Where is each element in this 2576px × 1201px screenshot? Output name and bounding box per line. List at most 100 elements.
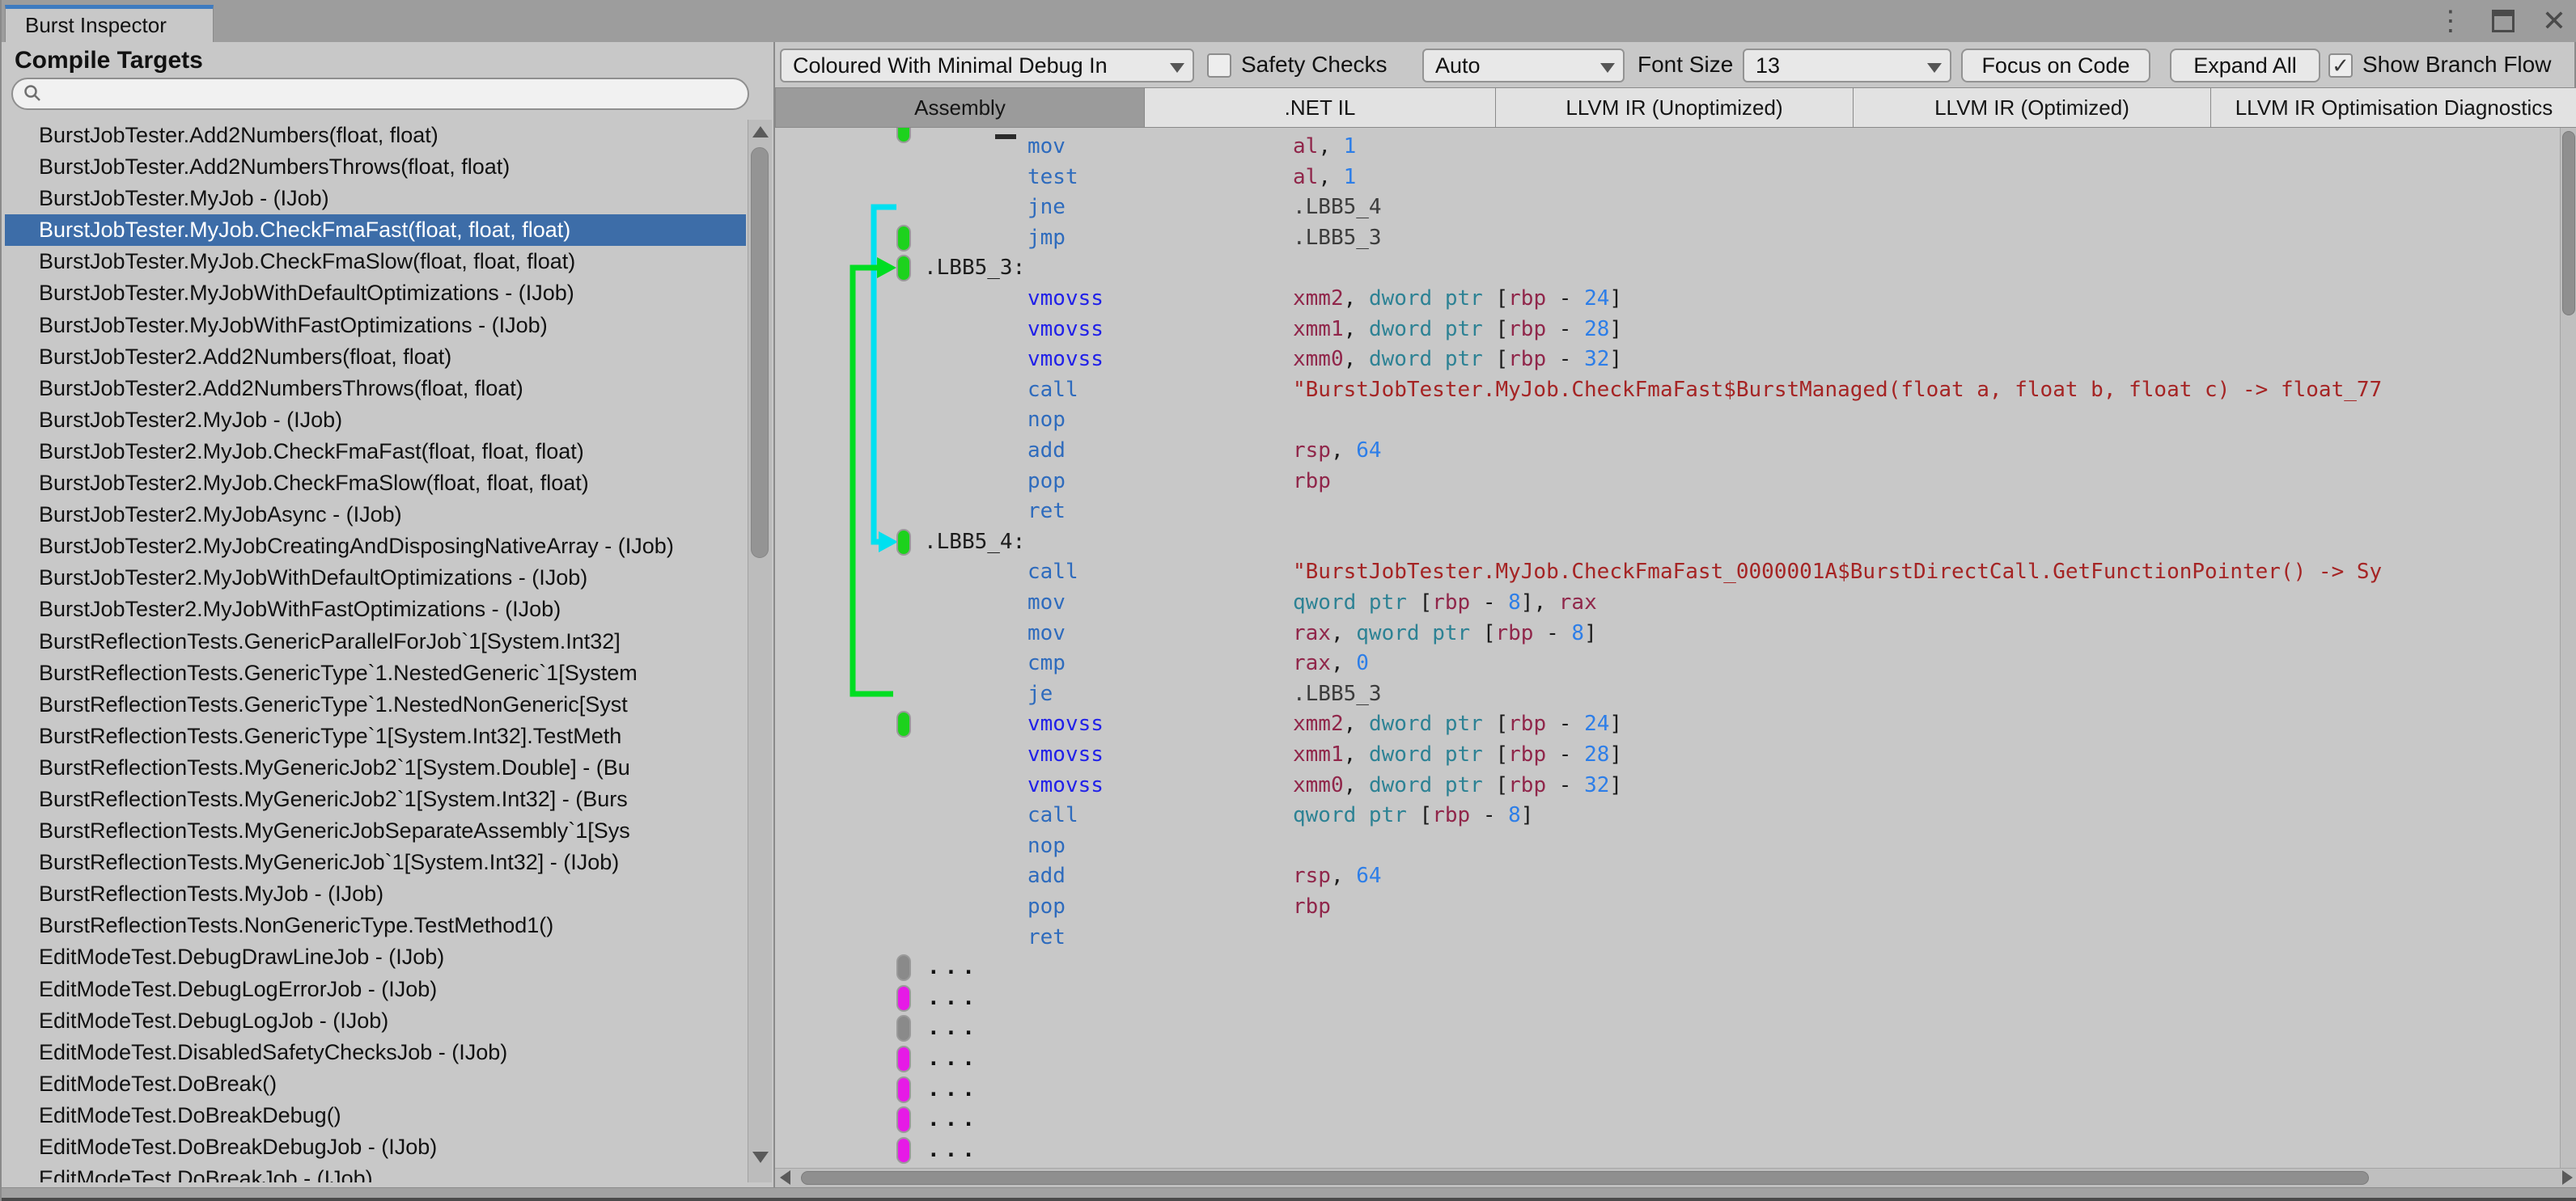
list-item[interactable]: EditModeTest.DoBreakDebug() [5,1100,746,1131]
collapsed-block-ellipsis[interactable]: ... [927,1104,980,1135]
basic-block-marker [896,1046,911,1072]
mnemonic: vmovss [1027,742,1104,767]
search-input[interactable] [44,82,723,105]
operands: rbp [1293,894,1331,919]
list-item[interactable]: BurstJobTester2.Add2NumbersThrows(float,… [5,373,746,404]
chevron-down-icon [1927,63,1942,73]
tab--net-il[interactable]: .NET IL [1144,87,1495,128]
scroll-up-arrow-icon[interactable] [752,126,769,137]
font-size-dropdown[interactable]: 13 [1743,49,1951,82]
list-item[interactable]: BurstJobTester2.MyJob.CheckFmaSlow(float… [5,467,746,499]
expand-all-button[interactable]: Expand All [2170,49,2320,82]
scroll-down-arrow-icon[interactable] [752,1152,769,1163]
list-item[interactable]: BurstJobTester.MyJob.CheckFmaFast(float,… [5,214,746,247]
basic-block-marker [896,528,911,556]
list-item[interactable]: EditModeTest.DoBreakJob - (IJob) [5,1163,746,1182]
code-instruction-row: vmovss xmm2, dword ptr [rbp - 24] [775,708,2560,739]
list-item[interactable]: BurstReflectionTests.MyGenericJob`1[Syst… [5,847,746,878]
collapsed-block-row: ... [775,952,2560,983]
basic-block-marker [896,1106,911,1134]
operands: xmm1, dword ptr [rbp - 28] [1293,742,1623,767]
tab-llvm-ir-unoptimized-[interactable]: LLVM IR (Unoptimized) [1495,87,1853,128]
block-label: .LBB5_3: [924,256,1026,281]
mnemonic: vmovss [1027,347,1104,372]
focus-on-code-button[interactable]: Focus on Code [1961,49,2150,82]
list-item[interactable]: EditModeTest.DebugDrawLineJob - (IJob) [5,941,746,973]
code-instruction-row: mov al, 1 [775,131,2560,162]
collapsed-block-row: ... [775,1074,2560,1105]
list-item[interactable]: BurstJobTester.MyJobWithFastOptimization… [5,310,746,341]
compile-targets-header: Compile Targets [15,47,203,74]
list-item[interactable]: BurstJobTester2.MyJobAsync - (IJob) [5,499,746,531]
show-branch-flow-checkbox[interactable]: ✓ [2328,53,2353,78]
display-mode-dropdown[interactable]: Coloured With Minimal Debug In [780,49,1194,82]
list-item[interactable]: BurstJobTester2.MyJob - (IJob) [5,404,746,436]
window-controls: ⋮ ✕ [2437,0,2566,42]
target-dropdown[interactable]: Auto [1422,49,1625,82]
tab-llvm-ir-optimized-[interactable]: LLVM IR (Optimized) [1853,87,2210,128]
collapsed-block-ellipsis[interactable]: ... [927,1013,980,1043]
code-vscrollbar-thumb[interactable] [2562,131,2575,315]
list-item[interactable]: BurstJobTester.MyJob - (IJob) [5,183,746,214]
code-hscrollbar-thumb[interactable] [801,1171,2369,1185]
scroll-right-arrow-icon[interactable] [2562,1170,2573,1185]
list-item[interactable]: BurstJobTester2.MyJobWithFastOptimizatio… [5,594,746,625]
list-item[interactable]: BurstReflectionTests.MyJob - (IJob) [5,878,746,910]
list-item[interactable]: BurstReflectionTests.GenericType`1.Neste… [5,658,746,689]
operands: qword ptr [rbp - 8] [1293,803,1534,828]
list-item[interactable]: BurstJobTester.MyJobWithDefaultOptimizat… [5,277,746,309]
list-item[interactable]: EditModeTest.DisabledSafetyChecksJob - (… [5,1037,746,1068]
list-item[interactable]: EditModeTest.DebugLogErrorJob - (IJob) [5,974,746,1005]
list-item[interactable]: BurstJobTester.Add2Numbers(float, float) [5,120,746,151]
list-item[interactable]: BurstReflectionTests.NonGenericType.Test… [5,910,746,941]
code-instruction-row: jne .LBB5_4 [775,192,2560,222]
mnemonic: pop [1027,894,1066,919]
operands: al, 1 [1293,134,1357,159]
list-item[interactable]: BurstReflectionTests.GenericType`1[Syste… [5,721,746,752]
safety-checks-checkbox[interactable] [1207,53,1231,78]
code-instruction-row: add rsp, 64 [775,435,2560,466]
list-item[interactable]: BurstJobTester.MyJob.CheckFmaSlow(float,… [5,246,746,277]
mnemonic: vmovss [1027,772,1104,797]
list-item[interactable]: BurstReflectionTests.GenericType`1.Neste… [5,689,746,721]
list-item[interactable]: BurstReflectionTests.MyGenericJobSeparat… [5,815,746,847]
mnemonic: vmovss [1027,316,1104,341]
basic-block-marker [896,711,911,738]
collapsed-block-ellipsis[interactable]: ... [927,1074,980,1105]
mnemonic: add [1027,438,1066,463]
maximize-icon[interactable] [2491,10,2515,32]
tab-llvm-ir-optimisation-diagnostics[interactable]: LLVM IR Optimisation Diagnostics [2210,87,2576,128]
list-item[interactable]: EditModeTest.DoBreak() [5,1068,746,1100]
list-scrollbar-thumb[interactable] [751,147,769,558]
list-item[interactable]: BurstJobTester2.MyJobWithDefaultOptimiza… [5,562,746,594]
list-item[interactable]: BurstJobTester2.MyJobCreatingAndDisposin… [5,531,746,562]
menu-kebab-icon[interactable]: ⋮ [2437,0,2464,42]
operands: .LBB5_3 [1293,681,1382,706]
code-instruction-row: vmovss xmm1, dword ptr [rbp - 28] [775,739,2560,770]
list-item[interactable]: BurstReflectionTests.MyGenericJob2`1[Sys… [5,784,746,815]
tab-assembly[interactable]: Assembly [775,87,1144,128]
list-item[interactable]: BurstJobTester2.Add2Numbers(float, float… [5,341,746,373]
window-tab-burst-inspector[interactable]: Burst Inspector [5,5,214,42]
collapsed-block-row: ... [775,1013,2560,1043]
collapsed-block-ellipsis[interactable]: ... [927,1135,980,1165]
scroll-left-arrow-icon[interactable] [780,1170,790,1185]
list-item[interactable]: BurstReflectionTests.GenericParallelForJ… [5,626,746,658]
collapsed-block-ellipsis[interactable]: ... [927,983,980,1013]
operands: rax, 0 [1293,651,1369,676]
mnemonic: call [1027,803,1078,828]
mnemonic: cmp [1027,651,1066,676]
list-item[interactable]: BurstJobTester2.MyJob.CheckFmaFast(float… [5,436,746,467]
list-item[interactable]: EditModeTest.DebugLogJob - (IJob) [5,1005,746,1037]
collapsed-block-ellipsis[interactable]: ... [927,952,980,983]
list-item[interactable]: EditModeTest.DoBreakDebugJob - (IJob) [5,1131,746,1163]
list-item[interactable]: BurstJobTester.Add2NumbersThrows(float, … [5,151,746,183]
close-icon[interactable]: ✕ [2542,0,2566,42]
code-horizontal-scrollbar [775,1168,2576,1187]
code-instruction-row: jmp .LBB5_3 [775,222,2560,253]
collapsed-block-ellipsis[interactable]: ... [927,1043,980,1074]
mnemonic: mov [1027,620,1066,645]
list-item[interactable]: BurstReflectionTests.MyGenericJob2`1[Sys… [5,752,746,784]
code-label-row: .LBB5_4: [775,526,2560,557]
mnemonic: test [1027,164,1078,189]
